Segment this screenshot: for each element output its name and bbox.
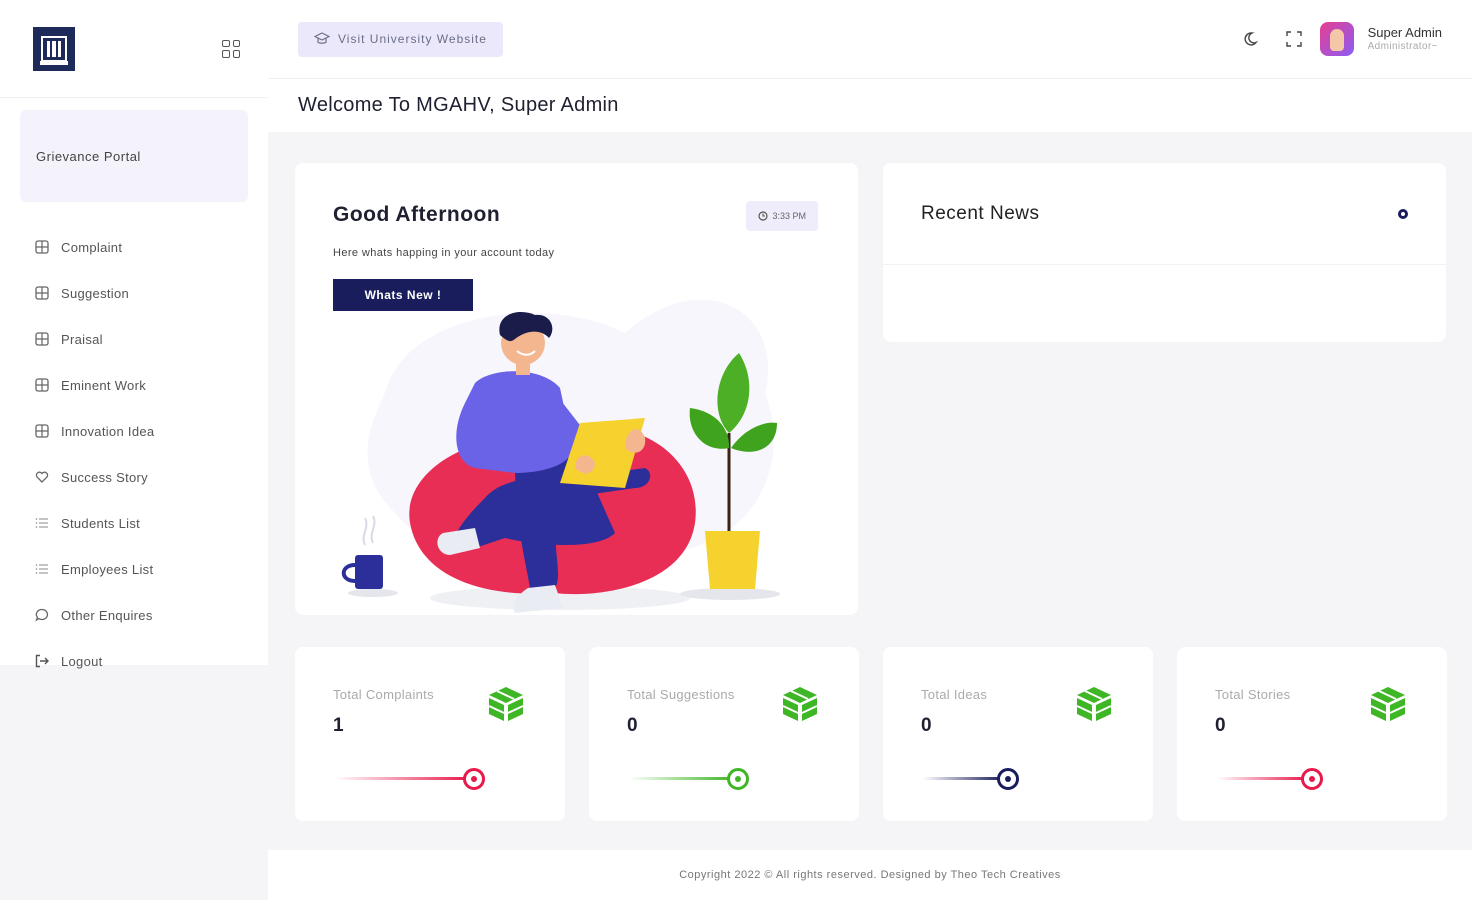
visit-university-button[interactable]: Visit University Website bbox=[298, 21, 503, 57]
layers-icon bbox=[35, 286, 49, 300]
portal-label: Grievance Portal bbox=[36, 148, 141, 164]
layers-icon bbox=[35, 424, 49, 438]
stat-label: Total Complaints bbox=[333, 687, 434, 702]
sidebar-item-label: Employees List bbox=[61, 561, 154, 577]
stat-progress-bar bbox=[923, 777, 1003, 780]
sidebar-item-logout[interactable]: Logout bbox=[0, 638, 268, 684]
sidebar-item-employees-list[interactable]: Employees List bbox=[0, 546, 268, 592]
stat-progress-dot bbox=[1005, 776, 1011, 782]
stat-progress-bar bbox=[335, 777, 470, 780]
stat-card-stories: Total Stories 0 bbox=[1177, 647, 1447, 821]
list-icon bbox=[35, 516, 49, 530]
stat-progress-dot bbox=[471, 776, 477, 782]
greeting-subtitle: Here whats happing in your account today bbox=[333, 247, 555, 259]
sidebar-item-label: Praisal bbox=[61, 331, 103, 347]
sidebar-item-label: Logout bbox=[61, 653, 103, 669]
stat-card-suggestions: Total Suggestions 0 bbox=[589, 647, 859, 821]
copyright-text: Copyright 2022 © All rights reserved. De… bbox=[679, 869, 1061, 881]
heart-icon bbox=[35, 470, 49, 484]
box-icon bbox=[488, 687, 524, 721]
sidebar: Grievance Portal Complaint Suggestion Pr… bbox=[0, 0, 268, 669]
stat-progress-dot bbox=[1309, 776, 1315, 782]
sidebar-item-label: Eminent Work bbox=[61, 377, 146, 393]
whats-new-button[interactable]: Whats New ! bbox=[333, 279, 473, 311]
top-right-controls: Super Admin Administrator~ bbox=[1216, 22, 1442, 56]
stat-value: 0 bbox=[1215, 715, 1226, 736]
sidebar-item-label: Students List bbox=[61, 515, 141, 531]
time-badge: 3:33 PM bbox=[746, 201, 818, 231]
user-name: Super Admin bbox=[1367, 25, 1442, 41]
stat-progress-bar bbox=[629, 777, 733, 780]
sidebar-item-label: Success Story bbox=[61, 469, 148, 485]
stat-card-ideas: Total Ideas 0 bbox=[883, 647, 1153, 821]
stat-progress-dot bbox=[735, 776, 741, 782]
sidebar-item-label: Suggestion bbox=[61, 285, 130, 301]
stat-progress bbox=[923, 767, 1073, 791]
sidebar-item-complaint[interactable]: Complaint bbox=[0, 224, 268, 270]
list-icon bbox=[35, 562, 49, 576]
box-icon bbox=[782, 687, 818, 721]
user-role: Administrator~ bbox=[1367, 40, 1438, 52]
sidebar-item-label: Other Enquires bbox=[61, 607, 153, 623]
stat-progress-knob bbox=[1301, 768, 1323, 790]
top-bar: Visit University Website Super Admin Adm… bbox=[268, 0, 1472, 78]
page-title: Welcome To MGAHV, Super Admin bbox=[268, 78, 1472, 132]
greeting-title: Good Afternoon bbox=[333, 203, 501, 226]
stat-label: Total Suggestions bbox=[627, 687, 735, 702]
box-icon bbox=[1370, 687, 1406, 721]
stat-value: 0 bbox=[627, 715, 638, 736]
stat-progress bbox=[629, 767, 779, 791]
portal-card: Grievance Portal bbox=[20, 110, 248, 202]
stat-progress-bar bbox=[1217, 777, 1307, 780]
stat-progress-knob bbox=[727, 768, 749, 790]
stat-card-complaints: Total Complaints 1 .k0::after{} bbox=[295, 647, 565, 821]
recent-news-card: Recent News bbox=[883, 163, 1446, 342]
grid-menu-icon[interactable] bbox=[222, 39, 240, 58]
stat-progress-knob: .k0::after{} bbox=[463, 768, 485, 790]
sidebar-item-success-story[interactable]: Success Story bbox=[0, 454, 268, 500]
logout-icon bbox=[35, 654, 49, 668]
moon-icon[interactable] bbox=[1240, 29, 1260, 49]
sidebar-item-praisal[interactable]: Praisal bbox=[0, 316, 268, 362]
sidebar-item-students-list[interactable]: Students List bbox=[0, 500, 268, 546]
stat-progress bbox=[1217, 767, 1367, 791]
sidebar-item-suggestion[interactable]: Suggestion bbox=[0, 270, 268, 316]
fullscreen-icon[interactable] bbox=[1284, 29, 1304, 49]
stat-progress-knob bbox=[997, 768, 1019, 790]
avatar[interactable] bbox=[1319, 22, 1354, 56]
chat-icon bbox=[35, 608, 49, 622]
stat-label: Total Ideas bbox=[921, 687, 988, 702]
sidebar-item-label: Complaint bbox=[61, 239, 123, 255]
sidebar-item-other-enquires[interactable]: Other Enquires bbox=[0, 592, 268, 638]
news-header: Recent News bbox=[883, 163, 1446, 265]
graduation-cap-icon bbox=[314, 32, 330, 44]
stat-progress: .k0::after{} bbox=[335, 767, 485, 791]
sidebar-item-innovation-idea[interactable]: Innovation Idea bbox=[0, 408, 268, 454]
layers-icon bbox=[35, 378, 49, 392]
news-options-icon[interactable] bbox=[1398, 208, 1408, 219]
logo-area bbox=[0, 0, 268, 98]
sidebar-menu: Complaint Suggestion Praisal Eminent Wor… bbox=[0, 224, 268, 684]
university-logo[interactable] bbox=[33, 26, 75, 71]
layers-icon bbox=[35, 332, 49, 346]
clock-icon bbox=[758, 211, 769, 221]
user-info[interactable]: Super Admin Administrator~ bbox=[1368, 25, 1442, 53]
news-title: Recent News bbox=[921, 202, 1040, 224]
footer: Copyright 2022 © All rights reserved. De… bbox=[268, 850, 1472, 900]
person-reading-illustration bbox=[341, 299, 780, 613]
layers-icon bbox=[35, 240, 49, 254]
time-label: 3:33 PM bbox=[772, 211, 806, 221]
sidebar-item-eminent-work[interactable]: Eminent Work bbox=[0, 362, 268, 408]
stat-value: 1 bbox=[333, 715, 344, 736]
sidebar-item-label: Innovation Idea bbox=[61, 423, 155, 439]
greeting-card: Good Afternoon 3:33 PM Here whats happin… bbox=[295, 163, 858, 615]
box-icon bbox=[1076, 687, 1112, 721]
visit-button-label: Visit University Website bbox=[338, 32, 487, 46]
stat-value: 0 bbox=[921, 715, 932, 736]
stat-label: Total Stories bbox=[1215, 687, 1291, 702]
